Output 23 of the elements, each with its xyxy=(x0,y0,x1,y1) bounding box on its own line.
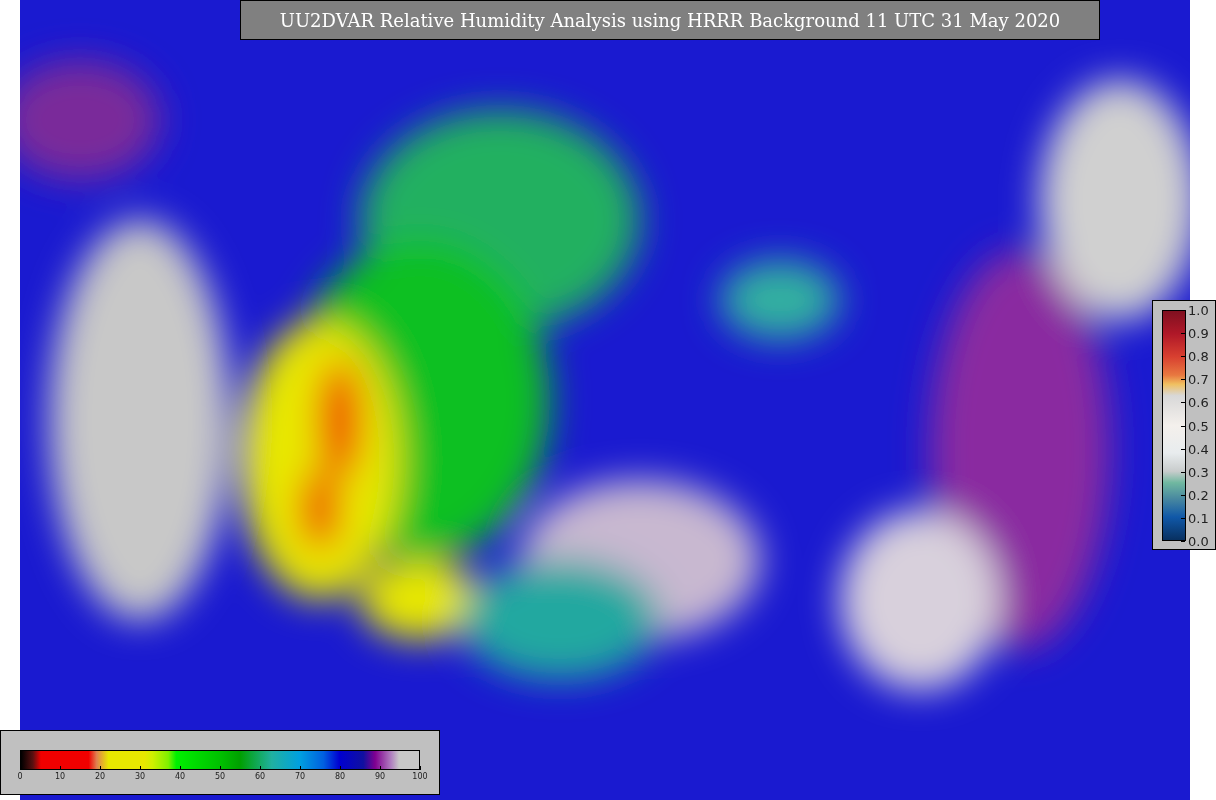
colorbar-tick-label: 70 xyxy=(294,772,306,782)
colorbar-tick-label: 0.9 xyxy=(1188,325,1209,341)
colorbar-tick-label: 20 xyxy=(94,772,106,782)
colorbar-tick-label: 10 xyxy=(54,772,66,782)
colorbar-tick-label: 30 xyxy=(134,772,146,782)
colorbar-tick-label: 0.6 xyxy=(1188,394,1209,410)
colorbar-tick-label: 50 xyxy=(214,772,226,782)
colorbar-tick-label: 0 xyxy=(17,772,23,782)
colorbar-tick-label: 90 xyxy=(374,772,386,782)
colorbar-tick-label: 0.4 xyxy=(1188,441,1209,457)
colorbar-tick-label: 80 xyxy=(334,772,346,782)
colorbar-tick-label: 0.0 xyxy=(1188,533,1209,549)
colorbar-tick-label: 0.8 xyxy=(1188,348,1209,364)
colorbar-tick-label: 100 xyxy=(412,772,428,782)
colorbar-tick-label: 0.2 xyxy=(1188,487,1209,503)
colorbar-tick-label: 0.5 xyxy=(1188,418,1209,433)
colorbar-tick-label: 0.1 xyxy=(1188,510,1209,526)
colorbar-tick-label: 0.7 xyxy=(1188,371,1209,387)
map-title: UU2DVAR Relative Humidity Analysis using HRRR Background 11 UTC 31 May 2020 xyxy=(240,0,1100,40)
colorbar-tick-label: 40 xyxy=(174,772,186,782)
colorbar-tick-label: 60 xyxy=(254,772,266,782)
colorbar-tick-label: 1.0 xyxy=(1188,302,1209,318)
colorbar-tick-label: 0.3 xyxy=(1188,464,1209,480)
